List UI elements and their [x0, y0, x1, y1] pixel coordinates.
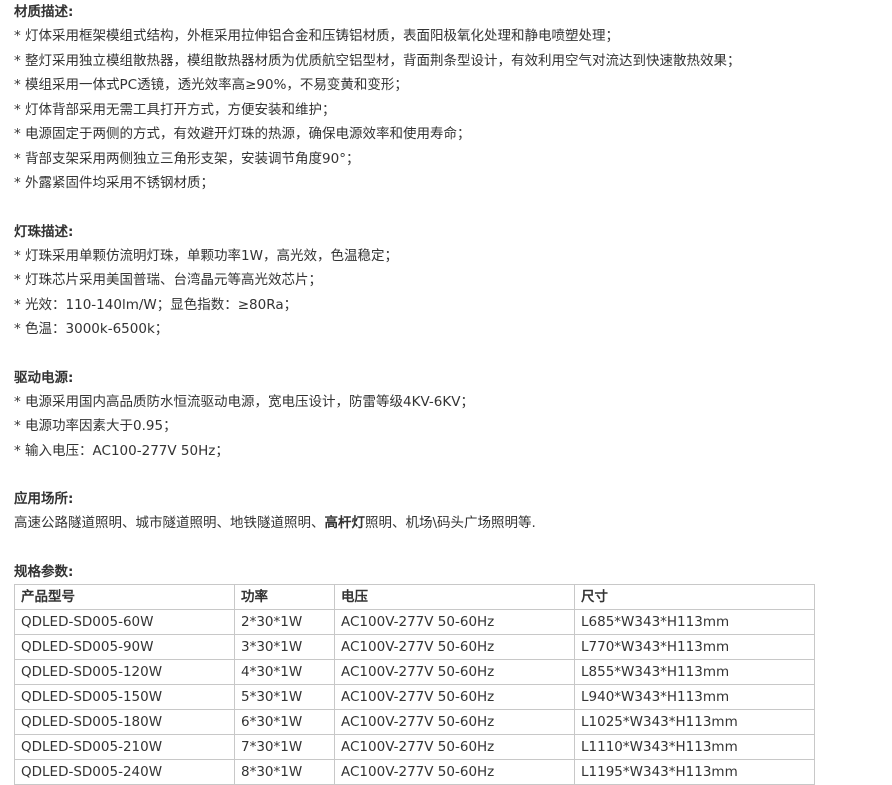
- cell-size: L855*W343*H113mm: [574, 658, 815, 685]
- cell-model: QDLED-SD005-60W: [14, 608, 235, 635]
- table-row: QDLED-SD005-60W 2*30*1W AC100V-277V 50-6…: [14, 608, 815, 635]
- cell-voltage: AC100V-277V 50-60Hz: [334, 633, 575, 660]
- materials-heading: 材质描述:: [14, 4, 74, 20]
- cell-model: QDLED-SD005-90W: [14, 633, 235, 660]
- column-header-size: 尺寸: [574, 583, 815, 610]
- applications-text-before: 高速公路隧道照明、城市隧道照明、地铁隧道照明、: [14, 515, 325, 531]
- applications-section: 应用场所: 高速公路隧道照明、城市隧道照明、地铁隧道照明、高杆灯照明、机场\码头…: [14, 487, 884, 536]
- leds-heading: 灯珠描述:: [14, 223, 74, 240]
- materials-item: * 电源固定于两侧的方式，有效避开灯珠的热源，确保电源效率和使用寿命；: [14, 126, 471, 142]
- table-row: QDLED-SD005-210W 7*30*1W AC100V-277V 50-…: [14, 733, 815, 760]
- cell-size: L1025*W343*H113mm: [574, 708, 815, 735]
- table-row: QDLED-SD005-90W 3*30*1W AC100V-277V 50-6…: [14, 633, 815, 660]
- materials-item: * 整灯采用独立模组散热器，模组散热器材质为优质航空铝型材，背面荆条型设计，有效…: [14, 52, 741, 69]
- specs-heading: 规格参数:: [14, 563, 74, 580]
- cell-power: 6*30*1W: [234, 708, 335, 735]
- cell-model: QDLED-SD005-180W: [14, 708, 235, 735]
- leds-item: * 灯珠采用单颗仿流明灯珠，单颗功率1W，高光效，色温稳定；: [14, 247, 398, 264]
- cell-voltage: AC100V-277V 50-60Hz: [334, 683, 575, 710]
- power-heading: 驱动电源:: [14, 369, 74, 386]
- specs-section: 规格参数: 产品型号 功率 电压 尺寸 QDLED-SD005-60W 2*30…: [14, 560, 884, 785]
- materials-item: * 外露紧固件均采用不锈钢材质；: [14, 175, 215, 191]
- leds-section: 灯珠描述: * 灯珠采用单颗仿流明灯珠，单颗功率1W，高光效，色温稳定； * 灯…: [14, 220, 884, 342]
- cell-voltage: AC100V-277V 50-60Hz: [334, 608, 575, 635]
- cell-model: QDLED-SD005-210W: [14, 733, 235, 760]
- applications-heading: 应用场所:: [14, 491, 74, 507]
- materials-item: * 背部支架采用两侧独立三角形支架，安装调节角度90°；: [14, 150, 360, 167]
- column-header-power: 功率: [234, 583, 335, 610]
- cell-size: L685*W343*H113mm: [574, 608, 815, 635]
- cell-power: 2*30*1W: [234, 608, 335, 635]
- cell-voltage: AC100V-277V 50-60Hz: [334, 658, 575, 685]
- leds-item: * 色温：3000k-6500k；: [14, 321, 169, 337]
- materials-item: * 灯体采用框架模组式结构，外框采用拉伸铝合金和压铸铝材质，表面阳极氧化处理和静…: [14, 28, 620, 44]
- column-header-voltage: 电压: [334, 583, 575, 610]
- applications-text-bold: 高杆灯: [324, 515, 366, 531]
- cell-model: QDLED-SD005-150W: [14, 683, 235, 710]
- leds-item: * 灯珠芯片采用美国普瑞、台湾晶元等高光效芯片；: [14, 272, 323, 288]
- materials-item: * 灯体背部采用无需工具打开方式，方便安装和维护；: [14, 101, 336, 118]
- table-row: QDLED-SD005-180W 6*30*1W AC100V-277V 50-…: [14, 708, 815, 735]
- table-header-row: 产品型号 功率 电压 尺寸: [14, 583, 815, 610]
- specs-table: 产品型号 功率 电压 尺寸 QDLED-SD005-60W 2*30*1W AC…: [14, 583, 815, 785]
- cell-size: L770*W343*H113mm: [574, 633, 815, 660]
- cell-power: 3*30*1W: [234, 633, 335, 660]
- power-item: * 电源采用国内高品质防水恒流驱动电源，宽电压设计，防雷等级4KV-6KV；: [14, 393, 474, 410]
- power-section: 驱动电源: * 电源采用国内高品质防水恒流驱动电源，宽电压设计，防雷等级4KV-…: [14, 366, 884, 464]
- table-row: QDLED-SD005-150W 5*30*1W AC100V-277V 50-…: [14, 683, 815, 710]
- cell-power: 7*30*1W: [234, 733, 335, 760]
- materials-section: 材质描述: * 灯体采用框架模组式结构，外框采用拉伸铝合金和压铸铝材质，表面阳极…: [14, 0, 884, 196]
- power-item: * 电源功率因素大于0.95；: [14, 418, 177, 434]
- product-description: 材质描述: * 灯体采用框架模组式结构，外框采用拉伸铝合金和压铸铝材质，表面阳极…: [14, 0, 884, 785]
- power-item: * 输入电压：AC100-277V 50Hz；: [14, 442, 229, 459]
- cell-voltage: AC100V-277V 50-60Hz: [334, 733, 575, 760]
- table-row: QDLED-SD005-120W 4*30*1W AC100V-277V 50-…: [14, 658, 815, 685]
- column-header-model: 产品型号: [14, 583, 235, 610]
- cell-size: L1110*W343*H113mm: [574, 733, 815, 760]
- cell-size: L940*W343*H113mm: [574, 683, 815, 710]
- cell-power: 5*30*1W: [234, 683, 335, 710]
- cell-model: QDLED-SD005-120W: [14, 658, 235, 685]
- cell-voltage: AC100V-277V 50-60Hz: [334, 708, 575, 735]
- leds-item: * 光效：110-140lm/W；显色指数：≥80Ra；: [14, 296, 298, 313]
- applications-text-after: 照明、机场\码头广场照明等.: [365, 515, 536, 531]
- materials-item: * 模组采用一体式PC透镜，透光效率高≥90%，不易变黄和变形；: [14, 77, 408, 93]
- cell-power: 4*30*1W: [234, 658, 335, 685]
- applications-text: 高速公路隧道照明、城市隧道照明、地铁隧道照明、高杆灯照明、机场\码头广场照明等.: [14, 511, 884, 536]
